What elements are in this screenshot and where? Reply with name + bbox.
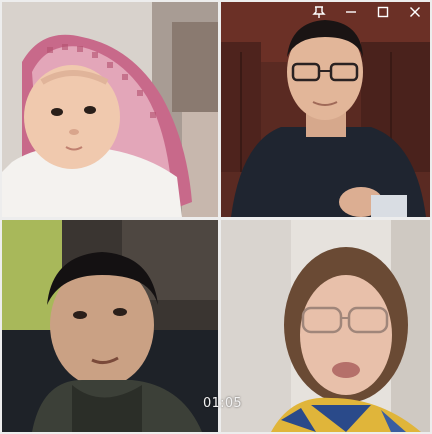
window-controls: [310, 4, 424, 20]
video-feed-young-man: [2, 220, 218, 432]
video-grid: [0, 0, 432, 434]
close-icon[interactable]: [406, 4, 424, 20]
call-timer: 01:05: [203, 396, 242, 411]
video-feed-baby: [2, 2, 218, 217]
minimize-icon[interactable]: [342, 4, 360, 20]
video-call-window: 01:05: [0, 0, 432, 434]
participant-video-tile-3[interactable]: [2, 220, 218, 432]
maximize-icon[interactable]: [374, 4, 392, 20]
participant-video-tile-2[interactable]: [221, 2, 430, 217]
video-feed-man-glasses: [221, 2, 430, 217]
participant-video-tile-4[interactable]: [221, 220, 430, 432]
participant-video-tile-1[interactable]: [2, 2, 218, 217]
pin-icon[interactable]: [310, 4, 328, 20]
video-feed-woman-glasses: [221, 220, 430, 432]
